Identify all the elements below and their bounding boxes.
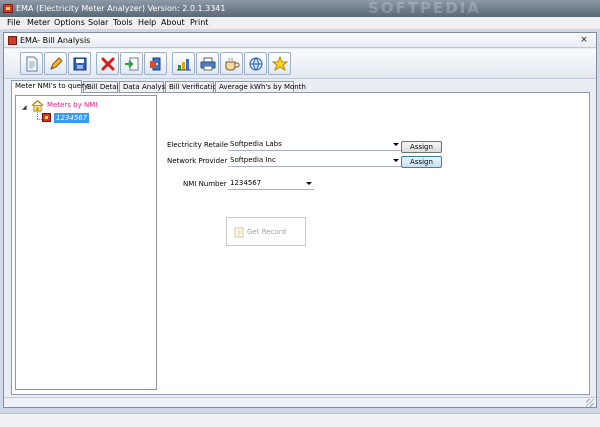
menu-solar[interactable]: Solar bbox=[88, 17, 108, 30]
cup-icon bbox=[225, 58, 240, 71]
app-window: EMA (Electricity Meter Analyzer) Version… bbox=[0, 0, 600, 427]
menu-tools[interactable]: Tools bbox=[113, 17, 133, 30]
provider-label: Network Provider bbox=[167, 157, 228, 165]
menu-bar: File Meter Options Solar Tools Help Abou… bbox=[0, 17, 600, 30]
child-window-icon bbox=[8, 36, 17, 45]
retailer-select[interactable]: Softpedia Labs bbox=[228, 140, 401, 151]
save-icon bbox=[73, 57, 87, 71]
meter-tree[interactable]: ◢ Meters by NMI 1234567 bbox=[15, 95, 157, 390]
tree-root-label[interactable]: Meters by NMI bbox=[47, 101, 97, 109]
menu-about[interactable]: About bbox=[161, 17, 185, 30]
app-title-bar: EMA (Electricity Meter Analyzer) Version… bbox=[0, 0, 600, 17]
tree-item-meter[interactable]: 1234567 bbox=[54, 113, 90, 123]
chevron-down-icon bbox=[393, 143, 399, 146]
star-icon bbox=[272, 56, 288, 72]
import-button[interactable] bbox=[120, 52, 143, 75]
tab-meter-nmis[interactable]: Meter NMI's to query bbox=[11, 80, 88, 93]
assign-provider-button[interactable]: Assign bbox=[401, 156, 442, 168]
app-icon bbox=[3, 4, 13, 13]
import-icon bbox=[125, 57, 139, 71]
export-icon bbox=[150, 57, 161, 71]
assign-retailer-button[interactable]: Assign bbox=[401, 141, 442, 153]
tab-strip: Meter NMI's to query Bill Details Data A… bbox=[11, 80, 591, 93]
tab-data-analysis[interactable]: Data Analysis bbox=[119, 81, 171, 92]
tab-panel: ◢ Meters by NMI 1234567 Electricity Reta… bbox=[11, 92, 590, 395]
cup-button[interactable] bbox=[220, 52, 243, 75]
tab-bill-verification[interactable]: Bill Verification bbox=[165, 81, 221, 92]
resize-grip[interactable] bbox=[586, 399, 594, 407]
export-button[interactable] bbox=[144, 52, 167, 75]
provider-select[interactable]: Softpedia Inc bbox=[228, 156, 401, 167]
chart-button[interactable] bbox=[172, 52, 195, 75]
tab-average-kwh[interactable]: Average kWh's by Month bbox=[215, 81, 306, 92]
network-icon bbox=[249, 57, 263, 71]
nmi-label: NMI Number bbox=[183, 180, 227, 188]
tab-bill-details[interactable]: Bill Details bbox=[83, 81, 124, 92]
get-record-label: Get Record bbox=[247, 228, 286, 236]
star-button[interactable] bbox=[268, 52, 291, 75]
new-document-icon bbox=[26, 56, 38, 72]
retailer-value: Softpedia Labs bbox=[230, 140, 282, 148]
chevron-down-icon bbox=[393, 159, 399, 162]
child-title-bar: EMA- Bill Analysis × bbox=[4, 33, 596, 48]
pencil-icon bbox=[50, 57, 63, 70]
print-button[interactable] bbox=[196, 52, 219, 75]
retailer-label: Electricity Retailer bbox=[167, 141, 231, 149]
get-record-button[interactable]: Get Record bbox=[226, 217, 306, 246]
delete-icon bbox=[101, 57, 115, 71]
provider-value: Softpedia Inc bbox=[230, 156, 276, 164]
watermark: SOFTPEDIA bbox=[368, 0, 481, 17]
network-button[interactable] bbox=[244, 52, 267, 75]
nmi-value: 1234567 bbox=[230, 179, 262, 187]
close-icon[interactable]: × bbox=[578, 34, 590, 46]
house-icon bbox=[31, 99, 44, 112]
menu-options[interactable]: Options bbox=[54, 17, 85, 30]
delete-button[interactable] bbox=[96, 52, 119, 75]
child-window-title: EMA- Bill Analysis bbox=[20, 36, 91, 45]
tree-expander-icon[interactable]: ◢ bbox=[22, 104, 27, 111]
menu-meter[interactable]: Meter bbox=[27, 17, 50, 30]
bill-analysis-window: EMA- Bill Analysis × Meter NMI's to quer… bbox=[3, 32, 597, 408]
printer-icon bbox=[200, 57, 216, 71]
child-status-bar bbox=[4, 397, 596, 407]
menu-help[interactable]: Help bbox=[138, 17, 156, 30]
chevron-down-icon bbox=[306, 182, 312, 185]
toolbar bbox=[4, 49, 596, 79]
save-button[interactable] bbox=[68, 52, 91, 75]
app-status-bar bbox=[0, 413, 600, 427]
new-document-button[interactable] bbox=[20, 52, 43, 75]
menu-file[interactable]: File bbox=[7, 17, 20, 30]
tree-connector bbox=[37, 112, 38, 119]
app-title: EMA (Electricity Meter Analyzer) Version… bbox=[16, 4, 226, 13]
nmi-select[interactable]: 1234567 bbox=[228, 179, 314, 190]
edit-button[interactable] bbox=[44, 52, 67, 75]
menu-print[interactable]: Print bbox=[190, 17, 208, 30]
bar-chart-icon bbox=[177, 59, 191, 71]
meter-icon bbox=[42, 113, 51, 122]
record-icon bbox=[234, 227, 244, 238]
